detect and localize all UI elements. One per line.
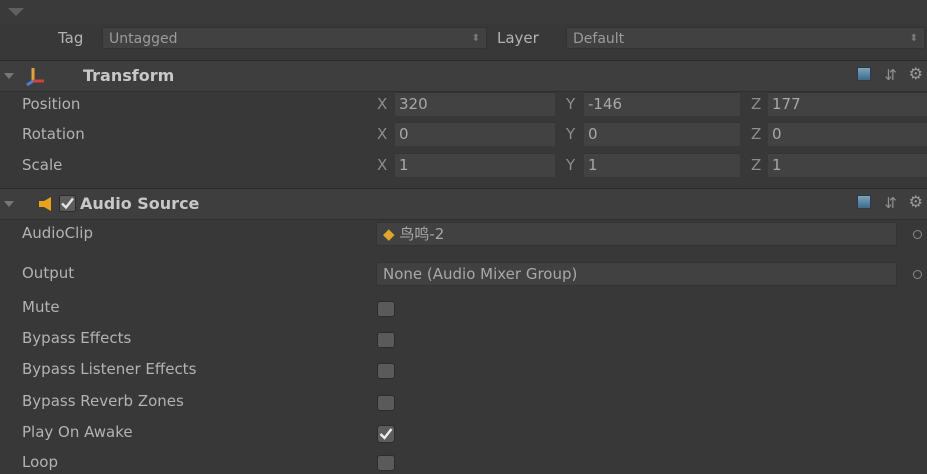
help-icon[interactable]: [857, 67, 871, 81]
scale-x-field[interactable]: 1: [395, 153, 555, 177]
z-axis-label[interactable]: Z: [751, 95, 761, 113]
bypass-reverb-zones-checkbox[interactable]: [377, 395, 395, 411]
z-axis-label[interactable]: Z: [751, 125, 761, 143]
position-z-field[interactable]: 177: [768, 92, 927, 116]
object-fold-arrow-icon[interactable]: [8, 8, 24, 16]
mute-row: Mute: [0, 294, 927, 325]
z-axis-label[interactable]: Z: [751, 156, 761, 174]
position-x-field[interactable]: 320: [395, 92, 555, 116]
dropdown-arrows-icon: ⬍: [909, 33, 918, 44]
gear-icon[interactable]: ⚙: [909, 192, 923, 211]
y-axis-label[interactable]: Y: [566, 95, 575, 113]
x-axis-label[interactable]: X: [377, 156, 387, 174]
rotation-label: Rotation: [22, 125, 85, 143]
bypass-effects-label: Bypass Effects: [22, 329, 132, 347]
tag-layer-row: Tag Untagged ⬍ Layer Default ⬍: [0, 25, 927, 51]
audio-clip-value: 鸟鸣-2: [399, 225, 445, 243]
bypass-listener-effects-checkbox[interactable]: [377, 363, 395, 379]
audio-source-header[interactable]: Audio Source ⇵ ⚙: [0, 188, 927, 220]
layer-label: Layer: [497, 29, 539, 47]
layer-value: Default: [573, 31, 625, 47]
speaker-icon: [39, 197, 51, 211]
tag-label: Tag: [58, 29, 84, 47]
play-on-awake-checkbox[interactable]: [377, 425, 395, 443]
dropdown-arrows-icon: ⬍: [471, 33, 480, 44]
audio-source-title: Audio Source: [80, 194, 200, 213]
rotation-z-field[interactable]: 0: [768, 122, 927, 146]
tag-value: Untagged: [109, 31, 178, 47]
mute-checkbox[interactable]: [377, 301, 395, 317]
bypass-effects-checkbox[interactable]: [377, 332, 395, 348]
transform-row-rotation: Rotation X 0 Y 0 Z 0: [0, 120, 927, 151]
bypass-listener-effects-label: Bypass Listener Effects: [22, 360, 197, 378]
loop-label: Loop: [22, 453, 58, 471]
audio-clip-asset-icon: ◆: [383, 225, 395, 243]
play-on-awake-label: Play On Awake: [22, 423, 133, 441]
layer-dropdown[interactable]: Default ⬍: [566, 27, 925, 49]
gear-icon[interactable]: ⚙: [909, 64, 923, 83]
transform-title: Transform: [83, 66, 175, 85]
bypass-listener-effects-row: Bypass Listener Effects: [0, 356, 927, 387]
loop-row: Loop: [0, 450, 927, 474]
preset-icon[interactable]: ⇵: [884, 66, 897, 84]
rotation-y-field[interactable]: 0: [584, 122, 740, 146]
y-axis-label[interactable]: Y: [566, 156, 575, 174]
transform-row-scale: Scale X 1 Y 1 Z 1: [0, 151, 927, 182]
audio-clip-label: AudioClip: [22, 224, 93, 242]
transform-row-position: Position X 320 Y -146 Z 177: [0, 90, 927, 121]
rotation-x-field[interactable]: 0: [395, 122, 555, 146]
scale-y-field[interactable]: 1: [584, 153, 740, 177]
object-picker-icon[interactable]: [913, 270, 922, 279]
inspector-top-strip: [0, 0, 927, 24]
bypass-reverb-zones-row: Bypass Reverb Zones: [0, 388, 927, 419]
loop-checkbox[interactable]: [377, 455, 395, 471]
tag-dropdown[interactable]: Untagged ⬍: [102, 27, 487, 49]
mute-label: Mute: [22, 298, 60, 316]
audio-clip-field[interactable]: ◆ 鸟鸣-2: [376, 222, 897, 246]
y-axis-label[interactable]: Y: [566, 125, 575, 143]
object-picker-icon[interactable]: [913, 230, 922, 239]
fold-arrow-icon[interactable]: [4, 73, 14, 79]
play-on-awake-row: Play On Awake: [0, 419, 927, 450]
transform-icon: [26, 68, 44, 87]
x-axis-label[interactable]: X: [377, 125, 387, 143]
scale-z-field[interactable]: 1: [768, 153, 927, 177]
output-row: Output None (Audio Mixer Group): [0, 259, 927, 291]
position-y-field[interactable]: -146: [584, 92, 740, 116]
position-label: Position: [22, 95, 81, 113]
fold-arrow-icon[interactable]: [4, 201, 14, 207]
component-enabled-checkbox[interactable]: [59, 195, 76, 212]
bypass-reverb-zones-label: Bypass Reverb Zones: [22, 392, 184, 410]
output-field[interactable]: None (Audio Mixer Group): [376, 262, 897, 286]
transform-header[interactable]: Transform ⇵ ⚙: [0, 60, 927, 92]
x-axis-label[interactable]: X: [377, 95, 387, 113]
audio-clip-row: AudioClip ◆ 鸟鸣-2: [0, 219, 927, 251]
scale-label: Scale: [22, 156, 63, 174]
help-icon[interactable]: [857, 195, 871, 209]
output-label: Output: [22, 264, 75, 282]
preset-icon[interactable]: ⇵: [884, 194, 897, 212]
bypass-effects-row: Bypass Effects: [0, 325, 927, 356]
